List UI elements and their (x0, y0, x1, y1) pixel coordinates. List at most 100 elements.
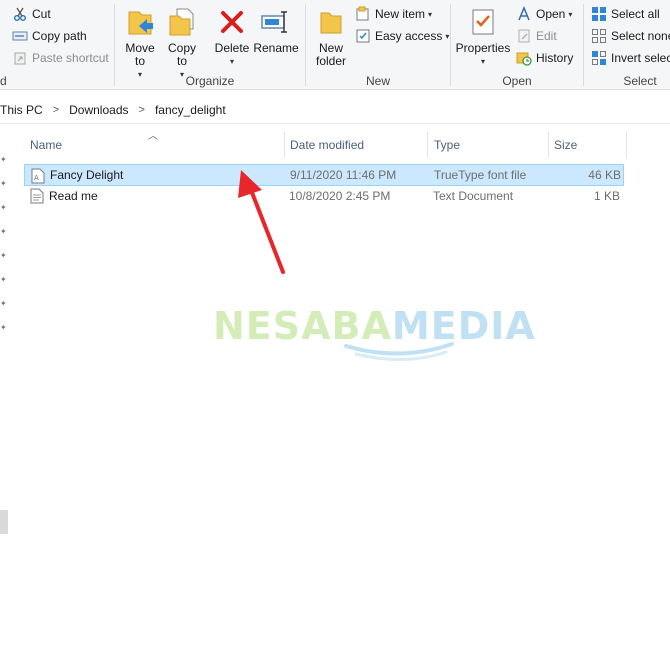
breadcrumb-chevron-icon[interactable]: > (53, 104, 59, 116)
copy-to-label: Copy to (167, 41, 196, 68)
properties-label: Properties (455, 41, 511, 55)
watermark-part1: NESABA (213, 304, 392, 348)
select-all-button[interactable]: Select all (591, 4, 660, 24)
move-to-icon (122, 4, 158, 40)
easy-access-button[interactable]: Easy access ▾ (355, 26, 449, 46)
pin-icon[interactable]: ✦ (0, 203, 7, 212)
history-button[interactable]: History (516, 48, 573, 68)
select-group-label: Select (623, 74, 657, 88)
pin-icon[interactable]: ✦ (0, 227, 7, 236)
open-icon (516, 6, 532, 22)
pin-icon[interactable]: ✦ (0, 251, 7, 260)
new-folder-icon (313, 4, 349, 40)
select-all-label: Select all (611, 7, 660, 21)
cut-label: Cut (32, 7, 51, 21)
chevron-down-icon: ▾ (229, 57, 234, 66)
move-to-label: Move to (125, 41, 155, 68)
move-to-button[interactable]: Move to ▾ (121, 4, 159, 81)
properties-button[interactable]: Properties ▾ (455, 4, 511, 68)
chevron-down-icon: ▾ (428, 9, 433, 19)
svg-text:A: A (34, 174, 39, 182)
copy-to-button[interactable]: Copy to ▾ (163, 4, 201, 81)
column-header-size[interactable]: Size (554, 130, 577, 160)
file-type: Text Document (433, 189, 514, 203)
new-group-label: New (365, 74, 390, 88)
column-divider[interactable] (427, 132, 428, 158)
pin-icon[interactable]: ✦ (0, 299, 7, 308)
file-row-fancy-delight[interactable]: A Fancy Delight 9/11/2020 11:46 PM TrueT… (24, 164, 624, 186)
pin-icon[interactable]: ✦ (0, 323, 7, 332)
scissors-icon (12, 6, 28, 22)
delete-button[interactable]: Delete ▾ (212, 4, 252, 68)
select-all-icon (591, 6, 607, 22)
column-divider[interactable] (548, 132, 549, 158)
invert-selection-icon (591, 50, 607, 66)
copy-path-label: Copy path (32, 29, 87, 43)
chevron-down-icon: ▾ (568, 9, 573, 19)
file-name: Fancy Delight (50, 168, 124, 182)
column-header-type[interactable]: Type (434, 130, 460, 160)
new-item-icon (355, 6, 371, 22)
rename-label: Rename (253, 41, 299, 55)
breadcrumb-this-pc[interactable]: This PC (0, 103, 43, 117)
navigation-pane: ✦ ✦ ✦ ✦ ✦ ✦ ✦ ✦ (0, 125, 8, 670)
sort-ascending-icon: ︿ (148, 131, 158, 142)
delete-label: Delete (214, 41, 250, 55)
pin-icon[interactable]: ✦ (0, 179, 7, 188)
open-label: Open (536, 7, 566, 21)
column-divider[interactable] (626, 132, 627, 158)
pin-icon[interactable]: ✦ (0, 155, 7, 164)
paste-shortcut-button[interactable]: Paste shortcut (12, 48, 109, 68)
copy-path-button[interactable]: Copy path (12, 26, 87, 46)
breadcrumb-fancy-delight[interactable]: fancy_delight (155, 103, 226, 117)
file-name: Read me (49, 189, 98, 203)
file-date: 10/8/2020 2:45 PM (289, 189, 391, 203)
open-group-label: Open (502, 74, 532, 88)
address-bar[interactable]: This PC > Downloads > fancy_delight (0, 96, 670, 124)
paste-shortcut-icon (12, 50, 28, 66)
font-file-icon: A (31, 168, 45, 184)
clipboard-group-label: d (0, 74, 7, 88)
select-none-button[interactable]: Select none (591, 26, 670, 46)
new-folder-label-line2: folder (315, 54, 347, 68)
select-none-icon (591, 28, 607, 44)
column-header-date-modified[interactable]: Date modified (290, 130, 364, 160)
file-size: 1 KB (593, 189, 620, 203)
copy-to-icon (164, 4, 200, 40)
column-divider[interactable] (284, 132, 285, 158)
invert-selection-button[interactable]: Invert select (591, 48, 670, 68)
history-label: History (536, 51, 574, 65)
column-header-name[interactable]: Name (30, 130, 62, 160)
chevron-down-icon: ▾ (480, 57, 485, 66)
open-button[interactable]: Open ▾ (516, 4, 572, 24)
copy-path-icon (12, 28, 28, 44)
breadcrumb-downloads[interactable]: Downloads (69, 103, 128, 117)
cut-button[interactable]: Cut (12, 4, 51, 24)
new-item-label: New item (375, 7, 426, 21)
ribbon: Cut Copy path Paste shortcut d Move to ▾… (0, 0, 670, 90)
nav-scrollbar-thumb[interactable] (0, 510, 8, 534)
rename-icon (258, 4, 294, 40)
file-type: TrueType font file (434, 168, 527, 182)
edit-icon (516, 28, 532, 44)
watermark-part2: MEDIA (391, 304, 536, 348)
watermark-logo: NESABAMEDIA (213, 306, 536, 346)
breadcrumb-chevron-icon[interactable]: > (139, 104, 145, 116)
history-icon (516, 50, 532, 66)
paste-shortcut-label: Paste shortcut (32, 51, 109, 65)
edit-button[interactable]: Edit (516, 26, 557, 46)
easy-access-label: Easy access (375, 29, 443, 43)
file-size: 46 KB (588, 168, 621, 182)
select-none-label: Select none (611, 29, 670, 43)
pin-icon[interactable]: ✦ (0, 275, 7, 284)
file-row-read-me[interactable]: Read me 10/8/2020 2:45 PM Text Document … (24, 185, 624, 207)
delete-icon (214, 4, 250, 40)
organize-group-label: Organize (185, 74, 235, 88)
text-document-icon (30, 188, 44, 204)
new-item-button[interactable]: New item ▾ (355, 4, 432, 24)
new-folder-button[interactable]: New folder (312, 4, 350, 68)
easy-access-icon (355, 28, 371, 44)
edit-label: Edit (536, 29, 557, 43)
rename-button[interactable]: Rename (253, 4, 299, 55)
file-date: 9/11/2020 11:46 PM (290, 168, 397, 182)
